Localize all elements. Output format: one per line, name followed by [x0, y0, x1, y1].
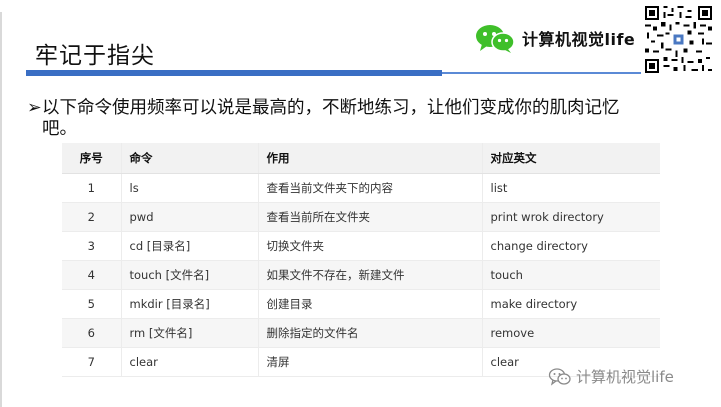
cell-english: change directory [481, 231, 660, 261]
cell-command: clear [120, 347, 258, 377]
cell-index: 6 [62, 318, 121, 348]
table-row: 4 touch [文件名] 如果文件不存在，新建文件 touch [62, 260, 660, 290]
cell-english: make directory [481, 289, 660, 319]
cell-function: 创建目录 [257, 289, 482, 319]
header-function: 作用 [257, 143, 482, 174]
table-header-row: 序号 命令 作用 对应英文 [62, 143, 660, 174]
bullet-arrow-icon: ➢ [27, 98, 42, 118]
cell-index: 7 [62, 347, 121, 377]
cell-command: ls [120, 173, 258, 203]
table-row: 5 mkdir [目录名] 创建目录 make directory [62, 289, 660, 319]
table-row: 6 rm [文件名] 删除指定的文件名 remove [62, 318, 660, 348]
slide-title: 牢记于指尖 [35, 43, 155, 69]
brand-name: 计算机视觉life [522, 30, 636, 49]
watermark: 计算机视觉life [548, 366, 674, 387]
table-row: 2 pwd 查看当前所在文件夹 print wrok directory [62, 202, 660, 232]
wechat-icon [476, 25, 515, 53]
cell-english: print wrok directory [481, 202, 660, 232]
cell-command: rm [文件名] [120, 318, 258, 348]
cell-function: 如果文件不存在，新建文件 [257, 260, 482, 290]
table-row: 3 cd [目录名] 切换文件夹 change directory [62, 231, 660, 261]
header-english: 对应英文 [481, 143, 660, 174]
command-table: 序号 命令 作用 对应英文 1 ls 查看当前文件夹下的内容 list 2 pw… [62, 143, 660, 377]
title-underline-bar [26, 70, 442, 76]
cell-function: 删除指定的文件名 [257, 318, 482, 348]
cell-index: 2 [62, 202, 121, 232]
cell-index: 4 [62, 260, 121, 290]
cell-english: list [481, 173, 660, 203]
cell-index: 3 [62, 231, 121, 261]
brand-header: 计算机视觉life [474, 22, 635, 54]
watermark-text: 计算机视觉life [576, 368, 674, 386]
table-row: 1 ls 查看当前文件夹下的内容 list [62, 173, 660, 203]
cell-command: touch [文件名] [120, 260, 258, 290]
bullet-text: 以下命令使用频率可以说是最高的，不断地练习，让他们变成你的肌肉记忆吧。 [42, 98, 620, 139]
cell-english: touch [481, 260, 660, 290]
cell-command: mkdir [目录名] [120, 289, 258, 319]
left-edge-rule [0, 12, 2, 407]
cell-index: 1 [62, 173, 121, 203]
cell-command: cd [目录名] [120, 231, 258, 261]
header-command: 命令 [120, 143, 258, 174]
header-index: 序号 [62, 143, 121, 174]
cell-function: 查看当前文件夹下的内容 [257, 173, 482, 203]
slide: 牢记于指尖 计算机视觉life ➢ 以下命令使用频率可以说是最高的，不断地练习，… [0, 0, 721, 407]
cell-function: 清屏 [257, 347, 482, 377]
qr-code-icon [645, 6, 712, 73]
cell-function: 切换文件夹 [257, 231, 482, 261]
wechat-outline-icon [548, 367, 571, 386]
cell-command: pwd [120, 202, 258, 232]
title-underline-thin [442, 72, 641, 74]
cell-function: 查看当前所在文件夹 [257, 202, 482, 232]
cell-english: remove [481, 318, 660, 348]
cell-index: 5 [62, 289, 121, 319]
